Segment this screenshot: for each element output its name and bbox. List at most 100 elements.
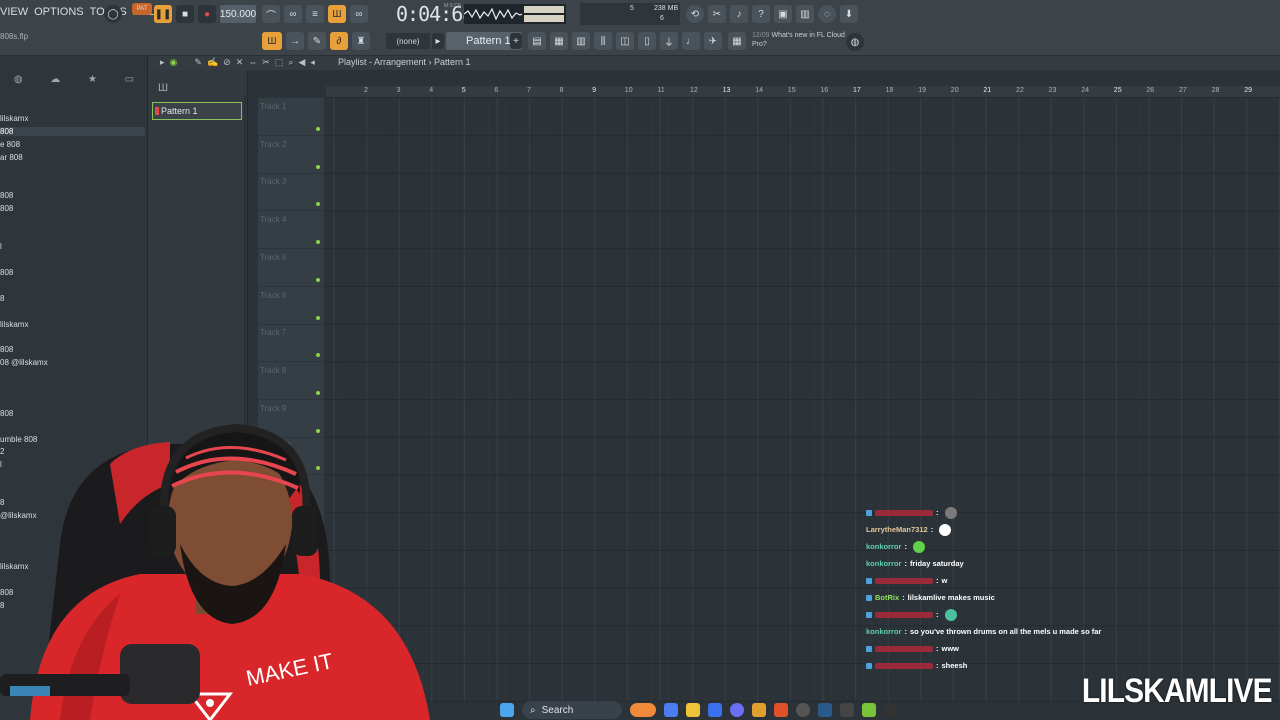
browser-item[interactable]: 08 @lilskamx [0, 358, 48, 367]
plugin-icon[interactable]: ⏚ [660, 32, 678, 50]
stamp-icon[interactable]: ♜ [352, 32, 370, 50]
store-icon[interactable] [708, 703, 722, 717]
download-icon[interactable]: ⬇ [840, 5, 858, 23]
time-display[interactable]: 0:04:68 [396, 2, 474, 26]
mixer-icon[interactable]: ⫼ [594, 32, 612, 50]
undo-icon[interactable]: ⟲ [686, 5, 704, 23]
track-mute-indicator[interactable] [316, 240, 320, 245]
track-mute-indicator[interactable] [316, 315, 320, 320]
browser-item[interactable]: l [0, 242, 2, 251]
menu-options[interactable]: OPTIONS [34, 6, 84, 18]
news-icon[interactable]: ▦ [728, 32, 746, 50]
browser-item[interactable]: 808 [0, 268, 13, 277]
pat-song-toggle[interactable]: PAT [132, 3, 152, 15]
browser-cloud-icon[interactable]: ☁ [50, 74, 60, 92]
widgets-icon[interactable] [630, 703, 656, 717]
app-icon[interactable] [840, 703, 854, 717]
record-button[interactable]: ● [198, 5, 216, 23]
tempo-tap-icon[interactable]: ♩ [682, 32, 700, 50]
browser-item[interactable]: 8 [0, 294, 4, 303]
stop-button[interactable]: ■ [176, 5, 194, 23]
copilot-icon[interactable] [664, 703, 678, 717]
piano-roll-icon[interactable]: ▦ [550, 32, 568, 50]
cut-icon[interactable]: ✂ [708, 5, 726, 23]
track-mute-indicator[interactable] [316, 164, 320, 169]
render-icon[interactable]: ▥ [796, 5, 814, 23]
track-header[interactable]: Track 1 [258, 98, 324, 136]
app-green-icon[interactable] [862, 703, 876, 717]
track-mute-indicator[interactable] [316, 127, 320, 131]
countdown-icon[interactable]: ∞ [284, 5, 302, 23]
track-header[interactable]: Track 5 [258, 249, 324, 287]
save-icon[interactable]: ▣ [774, 5, 792, 23]
track-mute-indicator[interactable] [316, 277, 320, 282]
news-settings-icon[interactable]: ◍ [846, 33, 864, 51]
browser-item[interactable]: ar 808 [0, 153, 23, 162]
track-mute-indicator[interactable] [316, 202, 320, 207]
track-mute-indicator[interactable] [316, 353, 320, 358]
windows-start-icon[interactable] [500, 703, 514, 717]
tools-icon[interactable]: ✈ [704, 32, 722, 50]
browser-item[interactable]: lilskamx [0, 320, 28, 329]
browser-all-icon[interactable]: ◍ [14, 74, 23, 92]
playlist-select-icon[interactable]: ⬚ [275, 57, 284, 68]
playlist-icon[interactable]: ▤ [528, 32, 546, 50]
browser-item[interactable]: 808 [0, 409, 13, 418]
pattern-add-icon[interactable]: + [510, 33, 522, 49]
playlist-delete-icon[interactable]: ⊘ [223, 57, 231, 68]
chat-icon[interactable]: ◌ [818, 5, 836, 23]
step-edit-icon[interactable]: ≡ [306, 5, 324, 23]
link-icon[interactable]: ∂ [330, 32, 348, 50]
track-header[interactable]: Track 4 [258, 211, 324, 250]
news-panel[interactable]: 12/09 What's new in FL Cloud Pro? [752, 31, 848, 49]
browser-icon[interactable]: ◫ [616, 32, 634, 50]
brave-icon[interactable] [774, 703, 788, 717]
steam-icon[interactable] [818, 703, 832, 717]
timeline-ruler[interactable]: 2 3 4 5 6 7 8 9 10 11 12 13 14 15 16 17 18 19 20 21 22 23 24 25… [326, 86, 1280, 98]
browser-item[interactable]: lilskamx [0, 114, 28, 123]
browser-item[interactable]: 808 [0, 127, 145, 136]
browser-favorites-icon[interactable]: ★ [88, 74, 97, 92]
app-4k-icon[interactable] [884, 703, 898, 717]
playlist-speaker-icon[interactable]: ◂ [310, 57, 315, 68]
obs-icon[interactable] [796, 703, 810, 717]
pause-button[interactable]: ❚❚ [154, 5, 172, 23]
tempo-display[interactable]: 150.000 [220, 5, 256, 23]
browser-item[interactable]: 808 [0, 191, 13, 200]
playlist-slice-icon[interactable]: ✂ [262, 57, 270, 68]
project-icon[interactable]: ▯ [638, 32, 656, 50]
pattern-clip-1[interactable]: Pattern 1 [152, 102, 242, 120]
playlist-mute-icon[interactable]: ✕ [236, 57, 244, 68]
track-header[interactable]: Track 6 [258, 287, 324, 325]
metronome-knob-icon[interactable]: ◯ [104, 5, 122, 23]
loop-record-icon[interactable]: ∞ [350, 5, 368, 23]
playlist-slip-icon[interactable]: ⇔ [248, 57, 257, 68]
track-header[interactable]: Track 2 [258, 136, 324, 174]
track-mute-indicator[interactable] [316, 390, 320, 395]
fl-studio-icon[interactable] [752, 703, 766, 717]
snap-selector[interactable]: (none) [386, 33, 430, 49]
arrow-right-icon[interactable]: → [286, 32, 304, 50]
snap-piano-icon[interactable]: Ш [262, 32, 282, 50]
playlist-zoom-icon[interactable]: ⌕ [288, 57, 293, 68]
playlist-play-icon[interactable]: ◀ [298, 57, 305, 68]
picker-pattern-icon[interactable]: Ш [148, 80, 248, 96]
menu-view[interactable]: VIEW [0, 6, 28, 18]
browser-folder-icon[interactable]: ▭ [125, 74, 134, 92]
pencil-icon[interactable]: ✎ [308, 32, 326, 50]
taskbar-search[interactable]: ⌕ Search [522, 701, 622, 719]
blend-notes-icon[interactable]: Ш [328, 5, 346, 23]
playlist-paint-icon[interactable]: ✍ [207, 57, 218, 68]
track-header[interactable]: Track 3 [258, 173, 324, 212]
discord-icon[interactable] [730, 703, 744, 717]
playlist-menu-icon[interactable]: ▸ [160, 57, 165, 68]
playlist-magnet-icon[interactable]: ◉ [170, 57, 178, 68]
browser-item[interactable]: 808 [0, 204, 13, 213]
track-header[interactable]: Track 8 [258, 362, 324, 400]
browser-item[interactable]: e 808 [0, 140, 20, 149]
typing-keyboard-icon[interactable]: ⌒ [262, 5, 280, 23]
file-explorer-icon[interactable] [686, 703, 700, 717]
help-icon[interactable]: ? [752, 5, 770, 23]
pattern-prev-icon[interactable]: ▸ [432, 33, 444, 49]
playlist-draw-icon[interactable]: ✎ [194, 57, 202, 68]
